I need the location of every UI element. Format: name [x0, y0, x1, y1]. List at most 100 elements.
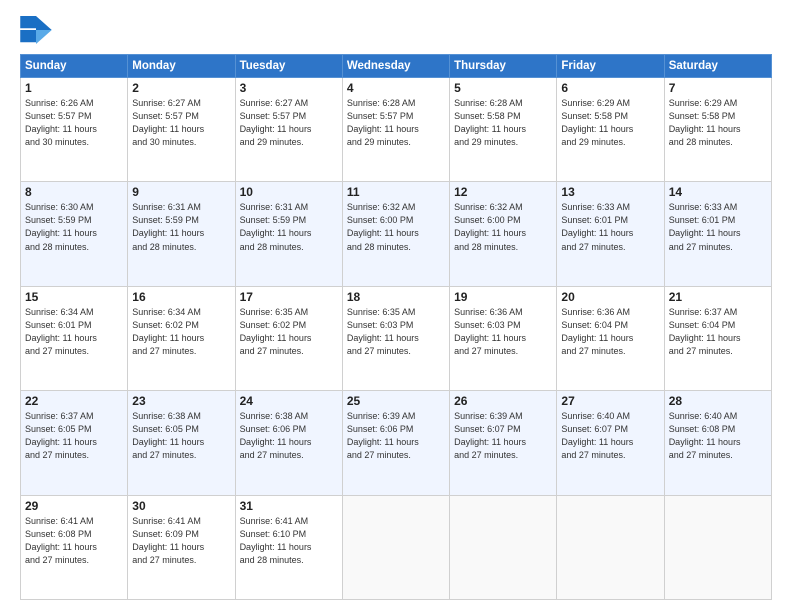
day-number: 9: [132, 185, 230, 199]
calendar-cell: [342, 495, 449, 599]
day-info: Sunrise: 6:39 AM Sunset: 6:06 PM Dayligh…: [347, 410, 445, 462]
day-number: 28: [669, 394, 767, 408]
day-info: Sunrise: 6:32 AM Sunset: 6:00 PM Dayligh…: [347, 201, 445, 253]
day-info: Sunrise: 6:28 AM Sunset: 5:57 PM Dayligh…: [347, 97, 445, 149]
day-number: 23: [132, 394, 230, 408]
day-number: 30: [132, 499, 230, 513]
calendar-cell: 19 Sunrise: 6:36 AM Sunset: 6:03 PM Dayli…: [450, 286, 557, 390]
day-number: 24: [240, 394, 338, 408]
calendar-cell: 25 Sunrise: 6:39 AM Sunset: 6:06 PM Dayli…: [342, 391, 449, 495]
calendar-cell: 16 Sunrise: 6:34 AM Sunset: 6:02 PM Dayli…: [128, 286, 235, 390]
day-info: Sunrise: 6:29 AM Sunset: 5:58 PM Dayligh…: [561, 97, 659, 149]
day-info: Sunrise: 6:36 AM Sunset: 6:03 PM Dayligh…: [454, 306, 552, 358]
day-of-week-header: Friday: [557, 55, 664, 78]
day-info: Sunrise: 6:33 AM Sunset: 6:01 PM Dayligh…: [669, 201, 767, 253]
page: SundayMondayTuesdayWednesdayThursdayFrid…: [0, 0, 792, 612]
day-number: 14: [669, 185, 767, 199]
calendar-cell: 23 Sunrise: 6:38 AM Sunset: 6:05 PM Dayli…: [128, 391, 235, 495]
day-number: 25: [347, 394, 445, 408]
day-number: 3: [240, 81, 338, 95]
day-info: Sunrise: 6:31 AM Sunset: 5:59 PM Dayligh…: [240, 201, 338, 253]
day-info: Sunrise: 6:34 AM Sunset: 6:01 PM Dayligh…: [25, 306, 123, 358]
header: [20, 16, 772, 44]
day-info: Sunrise: 6:28 AM Sunset: 5:58 PM Dayligh…: [454, 97, 552, 149]
day-info: Sunrise: 6:41 AM Sunset: 6:09 PM Dayligh…: [132, 515, 230, 567]
day-number: 16: [132, 290, 230, 304]
day-info: Sunrise: 6:40 AM Sunset: 6:08 PM Dayligh…: [669, 410, 767, 462]
day-number: 18: [347, 290, 445, 304]
calendar-cell: 5 Sunrise: 6:28 AM Sunset: 5:58 PM Daylig…: [450, 78, 557, 182]
day-info: Sunrise: 6:27 AM Sunset: 5:57 PM Dayligh…: [240, 97, 338, 149]
day-info: Sunrise: 6:27 AM Sunset: 5:57 PM Dayligh…: [132, 97, 230, 149]
day-of-week-header: Monday: [128, 55, 235, 78]
day-number: 20: [561, 290, 659, 304]
day-info: Sunrise: 6:32 AM Sunset: 6:00 PM Dayligh…: [454, 201, 552, 253]
day-of-week-header: Saturday: [664, 55, 771, 78]
calendar-cell: 31 Sunrise: 6:41 AM Sunset: 6:10 PM Dayli…: [235, 495, 342, 599]
day-info: Sunrise: 6:29 AM Sunset: 5:58 PM Dayligh…: [669, 97, 767, 149]
calendar-cell: 9 Sunrise: 6:31 AM Sunset: 5:59 PM Daylig…: [128, 182, 235, 286]
calendar-cell: 11 Sunrise: 6:32 AM Sunset: 6:00 PM Dayli…: [342, 182, 449, 286]
calendar-cell: 20Sunrise: 6:36 AM Sunset: 6:04 PM Dayli…: [557, 286, 664, 390]
calendar-cell: 1Sunrise: 6:26 AM Sunset: 5:57 PM Daylig…: [21, 78, 128, 182]
day-info: Sunrise: 6:38 AM Sunset: 6:06 PM Dayligh…: [240, 410, 338, 462]
day-info: Sunrise: 6:39 AM Sunset: 6:07 PM Dayligh…: [454, 410, 552, 462]
day-number: 29: [25, 499, 123, 513]
logo: [20, 16, 56, 44]
day-of-week-header: Sunday: [21, 55, 128, 78]
day-info: Sunrise: 6:41 AM Sunset: 6:10 PM Dayligh…: [240, 515, 338, 567]
day-number: 31: [240, 499, 338, 513]
day-number: 21: [669, 290, 767, 304]
calendar-cell: 2 Sunrise: 6:27 AM Sunset: 5:57 PM Daylig…: [128, 78, 235, 182]
day-number: 26: [454, 394, 552, 408]
calendar-cell: 24 Sunrise: 6:38 AM Sunset: 6:06 PM Dayli…: [235, 391, 342, 495]
calendar-cell: 13Sunrise: 6:33 AM Sunset: 6:01 PM Dayli…: [557, 182, 664, 286]
calendar-cell: 28 Sunrise: 6:40 AM Sunset: 6:08 PM Dayli…: [664, 391, 771, 495]
day-number: 5: [454, 81, 552, 95]
logo-icon: [20, 16, 52, 44]
day-number: 7: [669, 81, 767, 95]
calendar-cell: 18 Sunrise: 6:35 AM Sunset: 6:03 PM Dayli…: [342, 286, 449, 390]
calendar-table: SundayMondayTuesdayWednesdayThursdayFrid…: [20, 54, 772, 600]
calendar-cell: 22Sunrise: 6:37 AM Sunset: 6:05 PM Dayli…: [21, 391, 128, 495]
calendar-cell: 27Sunrise: 6:40 AM Sunset: 6:07 PM Dayli…: [557, 391, 664, 495]
calendar-cell: 26 Sunrise: 6:39 AM Sunset: 6:07 PM Dayli…: [450, 391, 557, 495]
day-number: 8: [25, 185, 123, 199]
day-number: 6: [561, 81, 659, 95]
day-info: Sunrise: 6:34 AM Sunset: 6:02 PM Dayligh…: [132, 306, 230, 358]
calendar-cell: 10 Sunrise: 6:31 AM Sunset: 5:59 PM Dayli…: [235, 182, 342, 286]
calendar-cell: 21 Sunrise: 6:37 AM Sunset: 6:04 PM Dayli…: [664, 286, 771, 390]
day-info: Sunrise: 6:31 AM Sunset: 5:59 PM Dayligh…: [132, 201, 230, 253]
day-info: Sunrise: 6:37 AM Sunset: 6:04 PM Dayligh…: [669, 306, 767, 358]
calendar-cell: 15 Sunrise: 6:34 AM Sunset: 6:01 PM Dayli…: [21, 286, 128, 390]
calendar-cell: 3 Sunrise: 6:27 AM Sunset: 5:57 PM Daylig…: [235, 78, 342, 182]
day-info: Sunrise: 6:37 AM Sunset: 6:05 PM Dayligh…: [25, 410, 123, 462]
day-info: Sunrise: 6:35 AM Sunset: 6:03 PM Dayligh…: [347, 306, 445, 358]
day-number: 15: [25, 290, 123, 304]
calendar-cell: 8 Sunrise: 6:30 AM Sunset: 5:59 PM Daylig…: [21, 182, 128, 286]
day-number: 11: [347, 185, 445, 199]
day-info: Sunrise: 6:40 AM Sunset: 6:07 PM Dayligh…: [561, 410, 659, 462]
day-number: 19: [454, 290, 552, 304]
day-of-week-header: Tuesday: [235, 55, 342, 78]
day-number: 12: [454, 185, 552, 199]
calendar-cell: [664, 495, 771, 599]
day-info: Sunrise: 6:33 AM Sunset: 6:01 PM Dayligh…: [561, 201, 659, 253]
calendar-cell: 30 Sunrise: 6:41 AM Sunset: 6:09 PM Dayli…: [128, 495, 235, 599]
calendar-cell: 7 Sunrise: 6:29 AM Sunset: 5:58 PM Daylig…: [664, 78, 771, 182]
calendar-cell: 14 Sunrise: 6:33 AM Sunset: 6:01 PM Dayli…: [664, 182, 771, 286]
day-number: 2: [132, 81, 230, 95]
calendar-cell: 6 Sunrise: 6:29 AM Sunset: 5:58 PM Daylig…: [557, 78, 664, 182]
day-number: 4: [347, 81, 445, 95]
day-number: 1: [25, 81, 123, 95]
calendar-cell: 4 Sunrise: 6:28 AM Sunset: 5:57 PM Daylig…: [342, 78, 449, 182]
day-of-week-header: Thursday: [450, 55, 557, 78]
day-number: 17: [240, 290, 338, 304]
calendar-cell: [557, 495, 664, 599]
day-info: Sunrise: 6:38 AM Sunset: 6:05 PM Dayligh…: [132, 410, 230, 462]
day-number: 10: [240, 185, 338, 199]
day-info: Sunrise: 6:41 AM Sunset: 6:08 PM Dayligh…: [25, 515, 123, 567]
calendar-cell: 17 Sunrise: 6:35 AM Sunset: 6:02 PM Dayli…: [235, 286, 342, 390]
day-info: Sunrise: 6:35 AM Sunset: 6:02 PM Dayligh…: [240, 306, 338, 358]
day-info: Sunrise: 6:30 AM Sunset: 5:59 PM Dayligh…: [25, 201, 123, 253]
